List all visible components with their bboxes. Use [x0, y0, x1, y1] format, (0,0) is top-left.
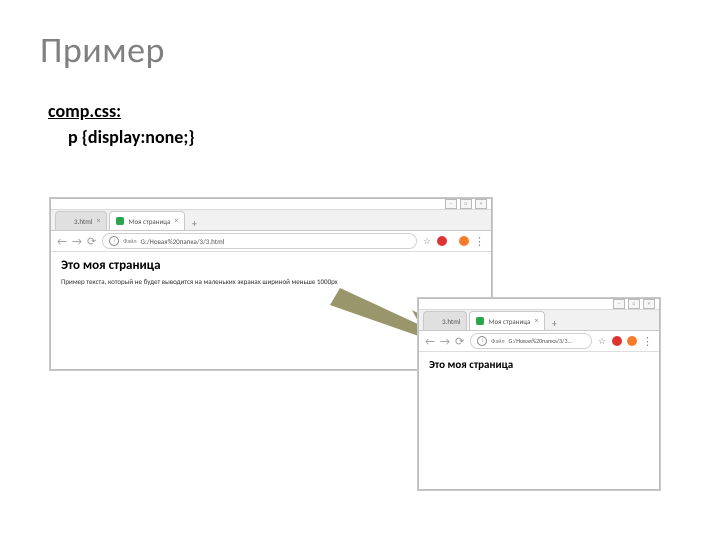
menu-icon[interactable]: ⋮: [642, 335, 653, 348]
url-text: G:/Новая%20папка/3/3...: [509, 337, 573, 345]
browser-tab-2[interactable]: Моя страница ×: [469, 311, 545, 330]
url-input[interactable]: i Файл G:/Новая%20папка/3/3...: [470, 333, 592, 349]
minimize-icon[interactable]: –: [445, 199, 457, 209]
tab-strip: 3.html Моя страница × +: [419, 310, 659, 331]
page-heading: Это моя страница: [429, 358, 649, 371]
address-bar: ← → ⟳ i Файл G:/Новая%20папка/3/3.html ☆…: [51, 231, 491, 252]
maximize-icon[interactable]: □: [460, 199, 472, 209]
slide-title: Пример: [40, 28, 680, 72]
window-titlebar: – □ ×: [419, 299, 659, 310]
favicon-blank-icon: [430, 317, 438, 325]
new-tab-button[interactable]: +: [187, 216, 201, 230]
tab-close-icon[interactable]: ×: [174, 216, 178, 226]
window-titlebar: – □ ×: [51, 199, 491, 210]
close-icon[interactable]: ×: [643, 299, 655, 309]
maximize-icon[interactable]: □: [628, 299, 640, 309]
tab-label: Моя страница: [128, 217, 170, 226]
tab-label: Моя страница: [488, 317, 530, 326]
browser-tab-2[interactable]: Моя страница ×: [109, 211, 185, 230]
forward-icon[interactable]: →: [440, 335, 450, 348]
reload-icon[interactable]: ⟳: [87, 235, 96, 248]
favicon-blank-icon: [62, 217, 70, 225]
browser-tab-1[interactable]: 3.html: [423, 311, 467, 330]
reload-icon[interactable]: ⟳: [455, 335, 464, 348]
back-icon[interactable]: ←: [425, 335, 435, 348]
url-scheme: Файл: [123, 237, 136, 245]
url-text: G:/Новая%20папка/3/3.html: [141, 237, 225, 246]
tab-label: 3.html: [442, 317, 460, 326]
tab-close-icon[interactable]: ×: [534, 316, 538, 326]
menu-icon[interactable]: ⋮: [474, 235, 485, 248]
browser-window-small: – □ × 3.html Моя страница × + ← → ⟳ i: [418, 298, 660, 490]
new-tab-button[interactable]: +: [547, 316, 561, 330]
info-icon: i: [109, 236, 119, 246]
tab-strip: 3.html × Моя страница × +: [51, 210, 491, 231]
extension-red-icon[interactable]: [437, 236, 447, 246]
url-input[interactable]: i Файл G:/Новая%20папка/3/3.html: [102, 233, 417, 249]
profile-avatar-icon[interactable]: [459, 236, 469, 246]
page-content: Это моя страница: [419, 352, 659, 381]
favicon-green-icon: [476, 317, 484, 325]
extension-red-icon[interactable]: [612, 336, 622, 346]
profile-avatar-icon[interactable]: [627, 336, 637, 346]
forward-icon[interactable]: →: [72, 235, 82, 248]
css-code: p {display:none;}: [68, 126, 680, 148]
info-icon: i: [477, 336, 487, 346]
bookmark-icon[interactable]: ☆: [598, 336, 606, 347]
filename-label: comp.css:: [48, 100, 680, 122]
url-scheme: Файл: [491, 337, 504, 345]
favicon-green-icon: [116, 217, 124, 225]
back-icon[interactable]: ←: [57, 235, 67, 248]
address-bar: ← → ⟳ i Файл G:/Новая%20папка/3/3... ☆ ⋮: [419, 331, 659, 352]
minimize-icon[interactable]: –: [613, 299, 625, 309]
bookmark-icon[interactable]: ☆: [423, 236, 431, 247]
browser-tab-1[interactable]: 3.html ×: [55, 211, 107, 230]
tab-label: 3.html: [74, 217, 92, 226]
close-icon[interactable]: ×: [475, 199, 487, 209]
tab-close-icon[interactable]: ×: [96, 216, 100, 226]
